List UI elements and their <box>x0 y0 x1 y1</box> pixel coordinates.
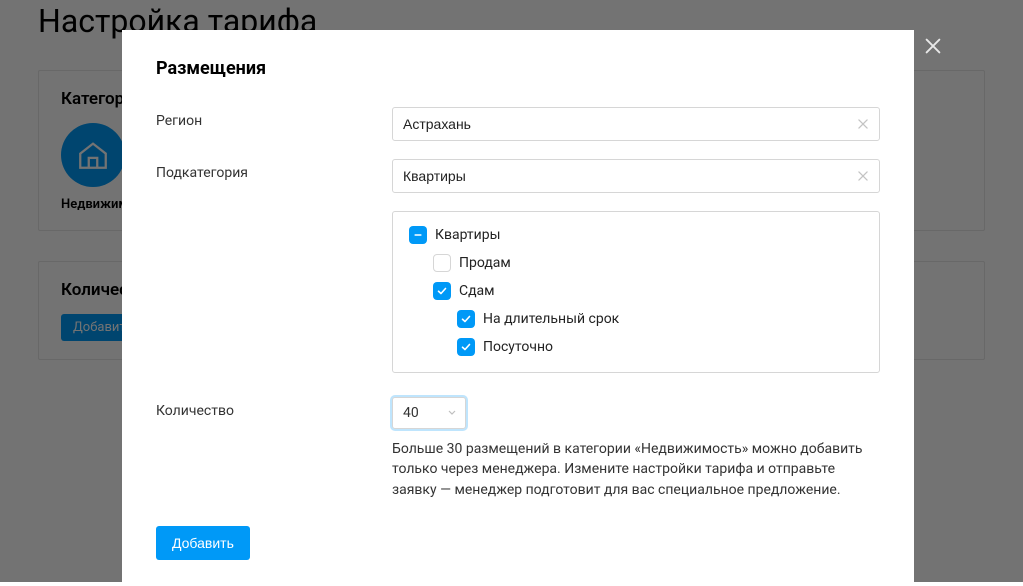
checkbox-empty-icon <box>433 254 451 272</box>
region-row: Регион <box>156 107 880 141</box>
checkbox-checked-icon <box>457 310 475 328</box>
tree-item-root[interactable]: Квартиры <box>409 226 863 244</box>
subcategory-label: Подкатегория <box>156 159 392 181</box>
quantity-label: Количество <box>156 397 392 419</box>
clear-region-button[interactable] <box>856 116 872 132</box>
quantity-hint: Больше 30 размещений в категории «Недвиж… <box>392 439 880 500</box>
close-button[interactable] <box>919 32 947 60</box>
tree-label: На длительный срок <box>483 311 619 327</box>
tree-label: Продам <box>459 255 511 271</box>
quantity-value: 40 <box>403 405 419 421</box>
quantity-row: Количество 40 Больше 30 размещений в кат… <box>156 397 880 500</box>
checkbox-checked-icon <box>457 338 475 356</box>
tree-label: Квартиры <box>435 227 500 243</box>
region-label: Регион <box>156 107 392 129</box>
submit-button[interactable]: Добавить <box>156 526 250 560</box>
tree-item[interactable]: На длительный срок <box>409 310 863 328</box>
clear-subcategory-button[interactable] <box>856 168 872 184</box>
tree-label: Сдам <box>459 283 495 299</box>
tree-label: Посуточно <box>483 339 553 355</box>
subcategory-input[interactable] <box>392 159 880 193</box>
subcategory-tree: Квартиры Продам Сдам На длительный <box>392 211 880 373</box>
modal-title: Размещения <box>156 58 880 79</box>
tree-item[interactable]: Продам <box>409 254 863 272</box>
tree-item[interactable]: Сдам <box>409 282 863 300</box>
tree-item[interactable]: Посуточно <box>409 338 863 356</box>
quantity-select[interactable]: 40 <box>392 397 466 429</box>
close-icon <box>922 35 944 57</box>
checkbox-indeterminate-icon <box>409 226 427 244</box>
region-input[interactable] <box>392 107 880 141</box>
close-icon <box>856 169 870 183</box>
close-icon <box>856 117 870 131</box>
checkbox-checked-icon <box>433 282 451 300</box>
subcategory-row: Подкатегория Квартиры <box>156 159 880 373</box>
placements-modal: Размещения Регион Подкатегория <box>122 30 914 586</box>
